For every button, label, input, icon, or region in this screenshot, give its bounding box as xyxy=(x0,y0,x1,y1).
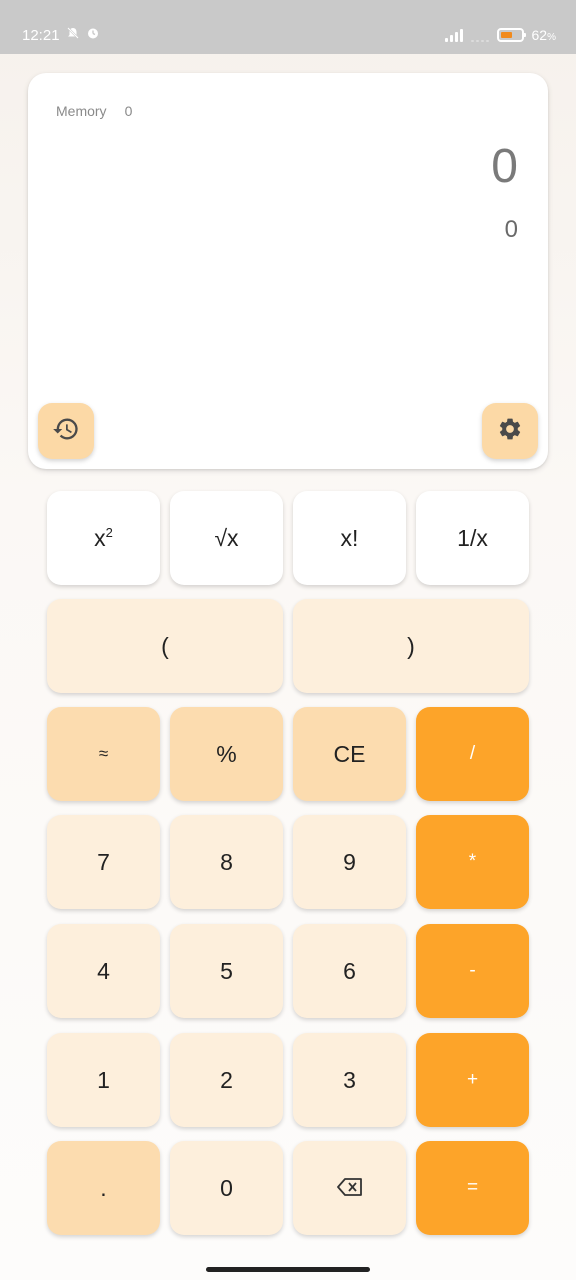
alarm-icon xyxy=(86,26,100,44)
digit-9-label: 9 xyxy=(343,848,356,875)
equals-key-label: = xyxy=(466,1177,479,1198)
status-left: 12:21 xyxy=(22,25,100,45)
percent-key-label: % xyxy=(216,740,237,767)
plus-key-label: + xyxy=(466,1069,479,1090)
battery-icon xyxy=(496,28,526,42)
reciprocal-key[interactable]: 1/x xyxy=(416,491,529,585)
digit-9-key[interactable]: 9 xyxy=(293,815,406,909)
close-paren-key[interactable]: ) xyxy=(293,599,529,693)
battery-fill xyxy=(500,32,513,38)
memory-indicator: Memory 0 xyxy=(56,103,132,119)
multiply-key[interactable]: * xyxy=(416,815,529,909)
open-paren-key-label: ( xyxy=(161,632,169,659)
digit-4-key[interactable]: 4 xyxy=(47,924,160,1018)
approx-key[interactable]: ≈ xyxy=(47,707,160,801)
digit-5-key[interactable]: 5 xyxy=(170,924,283,1018)
square-key[interactable]: x2 xyxy=(47,491,160,585)
result-display: 0 xyxy=(504,216,518,243)
digit-2-label: 2 xyxy=(220,1066,233,1093)
display-panel: Memory 0 0 0 xyxy=(28,73,548,469)
status-bar: 12:21 62% xyxy=(0,0,576,54)
equals-key[interactable]: = xyxy=(416,1141,529,1235)
gesture-nav-bar[interactable] xyxy=(206,1267,370,1272)
digit-4-label: 4 xyxy=(97,957,110,984)
divide-key[interactable]: / xyxy=(416,707,529,801)
history-button[interactable] xyxy=(38,403,94,459)
approx-key-label: ≈ xyxy=(98,744,109,763)
digit-1-label: 1 xyxy=(97,1066,110,1093)
digit-1-key[interactable]: 1 xyxy=(47,1033,160,1127)
multiply-key-label: * xyxy=(468,851,477,872)
digit-3-key[interactable]: 3 xyxy=(293,1033,406,1127)
plus-key[interactable]: + xyxy=(416,1033,529,1127)
digit-0-key[interactable]: 0 xyxy=(170,1141,283,1235)
reciprocal-key-label: 1/x xyxy=(457,524,488,551)
clear-entry-key[interactable]: CE xyxy=(293,707,406,801)
digit-7-key[interactable]: 7 xyxy=(47,815,160,909)
square-key-label: x2 xyxy=(94,524,113,551)
open-paren-key[interactable]: ( xyxy=(47,599,283,693)
expression-display: 0 xyxy=(491,140,518,193)
backspace-key[interactable] xyxy=(293,1141,406,1235)
memory-label: Memory xyxy=(56,103,107,119)
status-right: 62% xyxy=(444,25,556,45)
digit-3-label: 3 xyxy=(343,1066,356,1093)
digit-6-label: 6 xyxy=(343,957,356,984)
settings-button[interactable] xyxy=(482,403,538,459)
signal-icon xyxy=(444,28,463,42)
history-icon xyxy=(52,415,80,448)
digit-7-label: 7 xyxy=(97,848,110,875)
sqrt-key[interactable]: √x xyxy=(170,491,283,585)
divide-key-label: / xyxy=(469,743,476,764)
factorial-key-label: x! xyxy=(340,524,359,551)
decimal-key-label: . xyxy=(100,1174,107,1201)
gear-icon xyxy=(497,416,523,447)
minus-key[interactable]: - xyxy=(416,924,529,1018)
decimal-key[interactable]: . xyxy=(47,1141,160,1235)
factorial-key[interactable]: x! xyxy=(293,491,406,585)
minus-key-label: - xyxy=(469,960,476,981)
signal-secondary-icon xyxy=(470,29,489,42)
digit-6-key[interactable]: 6 xyxy=(293,924,406,1018)
close-paren-key-label: ) xyxy=(407,632,415,659)
sqrt-key-label: √x xyxy=(214,524,239,551)
digit-0-label: 0 xyxy=(220,1174,233,1201)
digit-5-label: 5 xyxy=(220,957,233,984)
memory-value: 0 xyxy=(124,103,133,119)
battery-percent: 62% xyxy=(531,27,556,43)
backspace-icon xyxy=(336,1175,363,1202)
percent-key[interactable]: % xyxy=(170,707,283,801)
digit-8-label: 8 xyxy=(220,848,233,875)
digit-8-key[interactable]: 8 xyxy=(170,815,283,909)
clear-entry-key-label: CE xyxy=(333,740,366,767)
digit-2-key[interactable]: 2 xyxy=(170,1033,283,1127)
mute-icon xyxy=(66,26,80,44)
status-time: 12:21 xyxy=(22,26,60,44)
